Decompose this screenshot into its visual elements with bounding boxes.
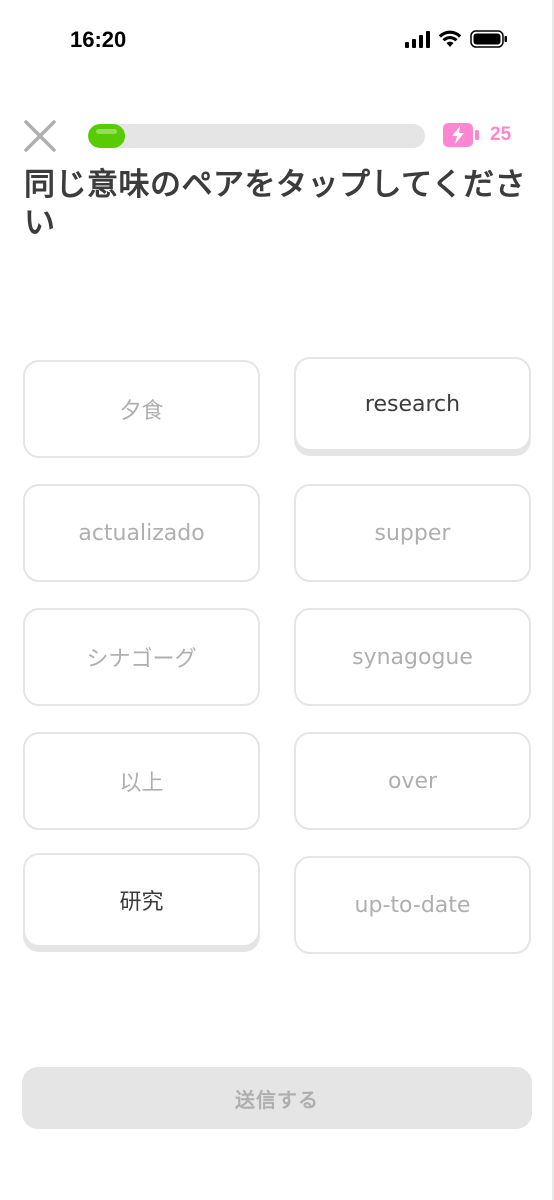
match-tile-right-3[interactable]: synagogue (294, 608, 531, 706)
status-time: 16:20 (70, 27, 127, 52)
match-tile-left-2[interactable]: actualizado (23, 484, 260, 582)
close-button[interactable] (22, 118, 58, 154)
progress-bar-fill (88, 124, 126, 148)
match-tile-left-4[interactable]: 以上 (23, 732, 260, 830)
close-icon (24, 120, 56, 152)
match-tile-right-5[interactable]: up-to-date (294, 856, 531, 954)
status-icons (405, 30, 508, 48)
wifi-icon (438, 30, 462, 48)
match-tile-right-1[interactable]: research (294, 357, 531, 451)
match-tile-right-4[interactable]: over (294, 732, 531, 830)
lesson-screen: 16:20 25 同じ意味のペアをタップしてください 夕食 actualizad… (0, 0, 554, 1200)
signal-icon (405, 30, 430, 48)
energy-battery-icon (443, 123, 479, 147)
energy-count: 25 (490, 124, 512, 145)
match-tile-right-2[interactable]: supper (294, 484, 531, 582)
prompt-title: 同じ意味のペアをタップしてください (24, 167, 527, 241)
match-tile-left-3[interactable]: シナゴーグ (23, 608, 260, 706)
match-tile-left-5[interactable]: 研究 (23, 853, 260, 947)
match-tile-left-1[interactable]: 夕食 (23, 360, 260, 458)
battery-icon (470, 30, 508, 48)
progress-bar (88, 124, 425, 148)
energy-indicator[interactable]: 25 (442, 122, 511, 148)
submit-button[interactable]: 送信する (22, 1067, 532, 1129)
